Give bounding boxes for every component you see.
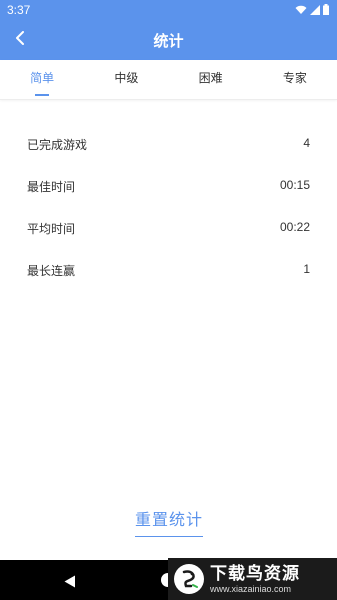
tab-active-indicator	[35, 94, 50, 96]
stat-value: 00:22	[279, 220, 310, 234]
watermark-url: www.xiazainiao.com	[210, 583, 292, 594]
tab-easy[interactable]: 简单	[0, 60, 84, 99]
status-icons	[295, 4, 329, 15]
tab-label: 困难	[198, 71, 223, 85]
stat-value: 4	[303, 136, 310, 150]
watermark-text: 下载鸟资源 www.xiazainiao.com	[210, 564, 300, 595]
status-time: 3:37	[7, 3, 31, 17]
stat-label: 最佳时间	[27, 180, 76, 194]
tab-expert[interactable]: 专家	[253, 60, 337, 99]
stat-label: 平均时间	[27, 222, 76, 236]
stat-row-best-time: 最佳时间 00:15	[0, 166, 337, 208]
tab-hard[interactable]: 困难	[169, 60, 253, 99]
status-bar: 3:37	[0, 0, 337, 20]
nav-back-icon[interactable]	[64, 573, 76, 592]
signal-icon	[310, 4, 320, 15]
watermark-logo: 下载鸟资源 www.xiazainiao.com	[168, 558, 337, 600]
watermark-main: 下载鸟资源	[210, 563, 300, 584]
app-bar: 3:37 统计	[0, 0, 337, 60]
stat-value: 1	[303, 262, 310, 276]
stat-label: 最长连赢	[27, 264, 76, 278]
stat-value: 00:15	[279, 178, 310, 192]
page-title: 统计	[153, 32, 184, 50]
bird-icon	[174, 564, 204, 594]
reset-stats-button[interactable]: 重置统计	[135, 506, 203, 537]
tab-medium[interactable]: 中级	[84, 60, 168, 99]
wifi-icon	[295, 5, 307, 15]
tab-label: 专家	[282, 71, 307, 85]
battery-icon	[323, 4, 329, 15]
tab-label: 简单	[30, 71, 55, 85]
difficulty-tabs: 简单 中级 困难 专家	[0, 60, 337, 100]
tab-label: 中级	[114, 71, 139, 85]
stat-row-longest-streak: 最长连赢 1	[0, 250, 337, 292]
stats-list: 已完成游戏 4 最佳时间 00:15 平均时间 00:22 最长连赢 1	[0, 124, 337, 292]
stat-row-average-time: 平均时间 00:22	[0, 208, 337, 250]
stat-row-games-completed: 已完成游戏 4	[0, 124, 337, 166]
stat-label: 已完成游戏	[27, 138, 88, 152]
